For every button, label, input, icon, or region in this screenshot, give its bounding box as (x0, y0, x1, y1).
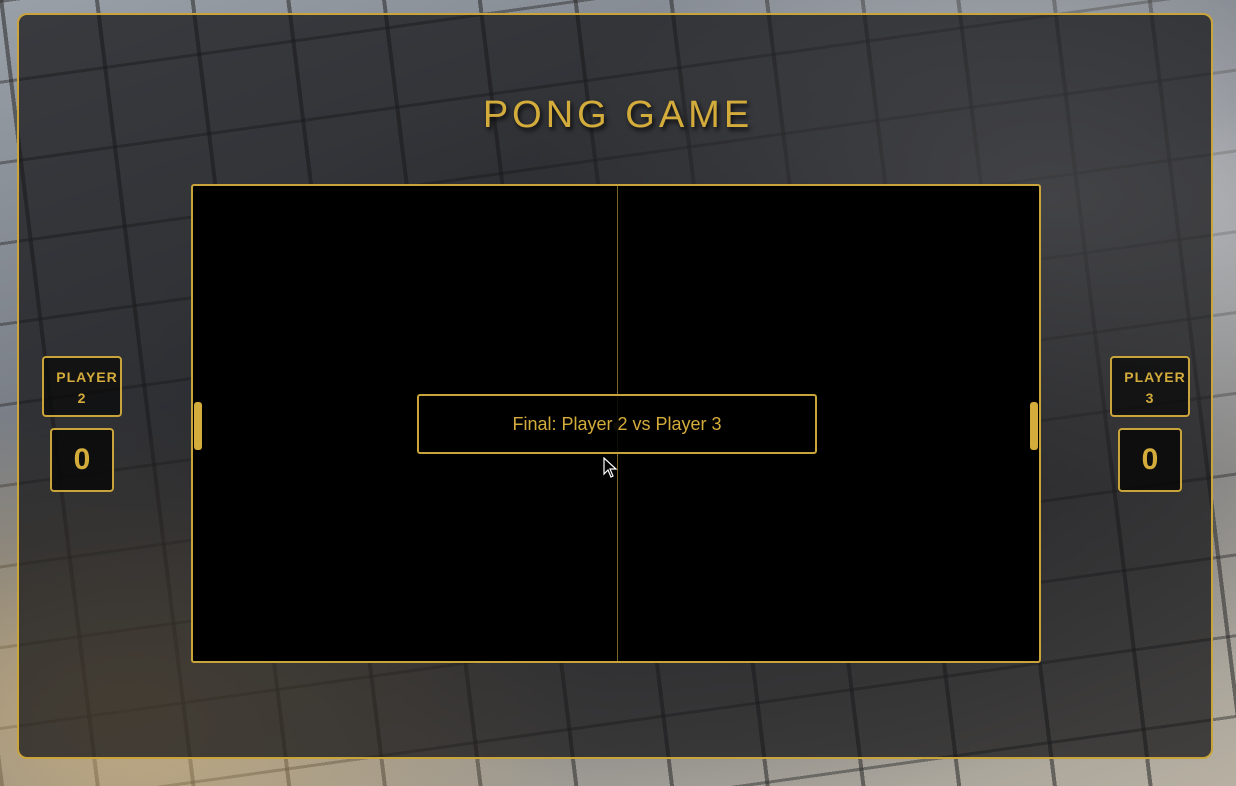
left-player-label-line2: 2 (77, 390, 87, 406)
left-paddle (194, 402, 202, 450)
right-player-label: PLAYER 3 (1110, 356, 1190, 417)
game-court[interactable]: Final: Player 2 vs Player 3 (191, 184, 1041, 663)
right-player-label-line1: PLAYER (1124, 369, 1186, 385)
left-player-label: PLAYER 2 (42, 356, 122, 417)
mouse-pointer-icon (603, 457, 618, 478)
right-player-score: 0 (1118, 428, 1182, 492)
left-player-label-line1: PLAYER (56, 369, 118, 385)
page-title: PONG GAME (482, 94, 754, 136)
right-player-label-line2: 3 (1145, 390, 1155, 406)
left-player-score: 0 (50, 428, 114, 492)
right-paddle (1030, 402, 1038, 450)
match-status-message: Final: Player 2 vs Player 3 (417, 394, 817, 454)
